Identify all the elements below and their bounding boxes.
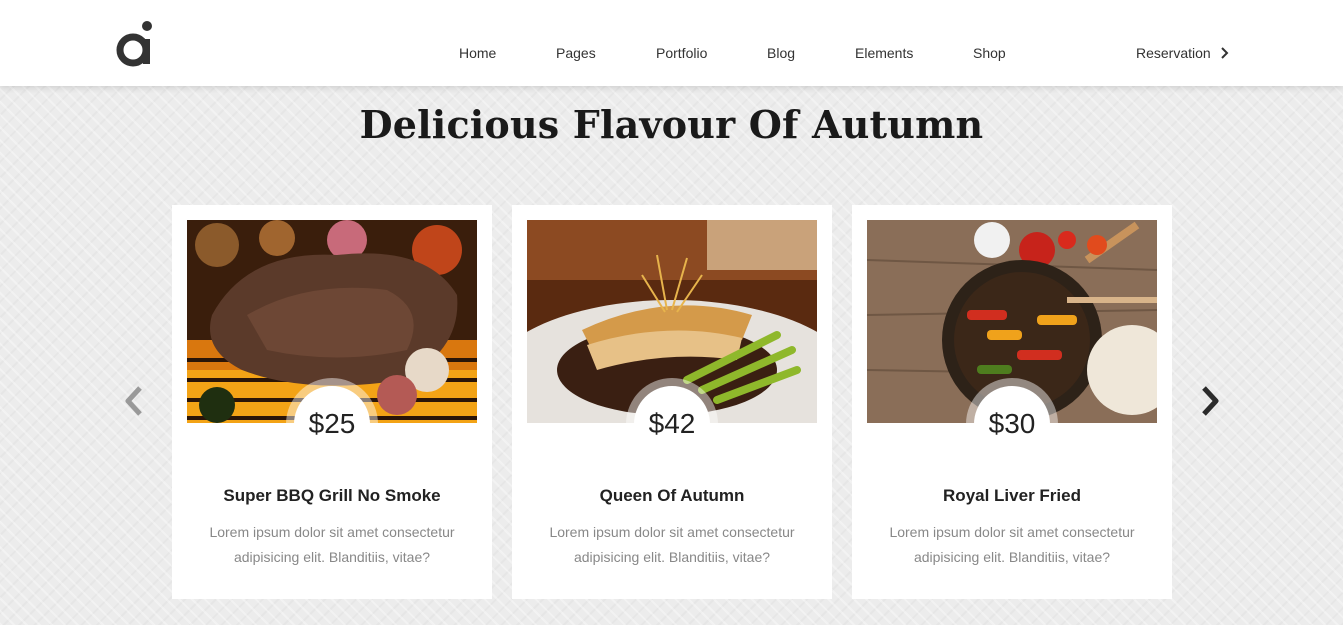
price-badge: $42 xyxy=(634,386,710,462)
chevron-left-icon[interactable] xyxy=(122,385,146,417)
nav-blog[interactable]: Blog xyxy=(767,45,795,61)
card-description: Lorem ipsum dolor sit amet consectetur a… xyxy=(209,524,455,565)
reservation-link[interactable]: Reservation xyxy=(1136,45,1229,61)
nav-shop[interactable]: Shop xyxy=(973,45,1006,61)
site-header: Home Pages Portfolio Blog Elements Shop … xyxy=(0,0,1343,86)
price-badge: $25 xyxy=(294,386,370,462)
menu-card[interactable]: $25 Super BBQ Grill No Smoke Lorem ipsum… xyxy=(172,205,492,599)
card-description: Lorem ipsum dolor sit amet consectetur a… xyxy=(889,524,1135,565)
menu-card[interactable]: $30 Royal Liver Fried Lorem ipsum dolor … xyxy=(852,205,1172,599)
nav-elements[interactable]: Elements xyxy=(855,45,913,61)
card-title[interactable]: Queen Of Autumn xyxy=(512,486,832,506)
nav-portfolio[interactable]: Portfolio xyxy=(656,45,707,61)
chevron-right-icon xyxy=(1220,47,1229,59)
price-badge: $30 xyxy=(974,386,1050,462)
card-title[interactable]: Super BBQ Grill No Smoke xyxy=(172,486,492,506)
nav-home[interactable]: Home xyxy=(459,45,496,61)
main-nav: Home Pages Portfolio Blog Elements Shop … xyxy=(0,0,1343,86)
section-title: Delicious Flavour Of Autumn xyxy=(359,102,984,147)
card-title[interactable]: Royal Liver Fried xyxy=(852,486,1172,506)
chevron-right-icon[interactable] xyxy=(1198,385,1222,417)
nav-pages[interactable]: Pages xyxy=(556,45,596,61)
reservation-label: Reservation xyxy=(1136,45,1211,61)
card-description: Lorem ipsum dolor sit amet consectetur a… xyxy=(549,524,795,565)
menu-card[interactable]: $42 Queen Of Autumn Lorem ipsum dolor si… xyxy=(512,205,832,599)
